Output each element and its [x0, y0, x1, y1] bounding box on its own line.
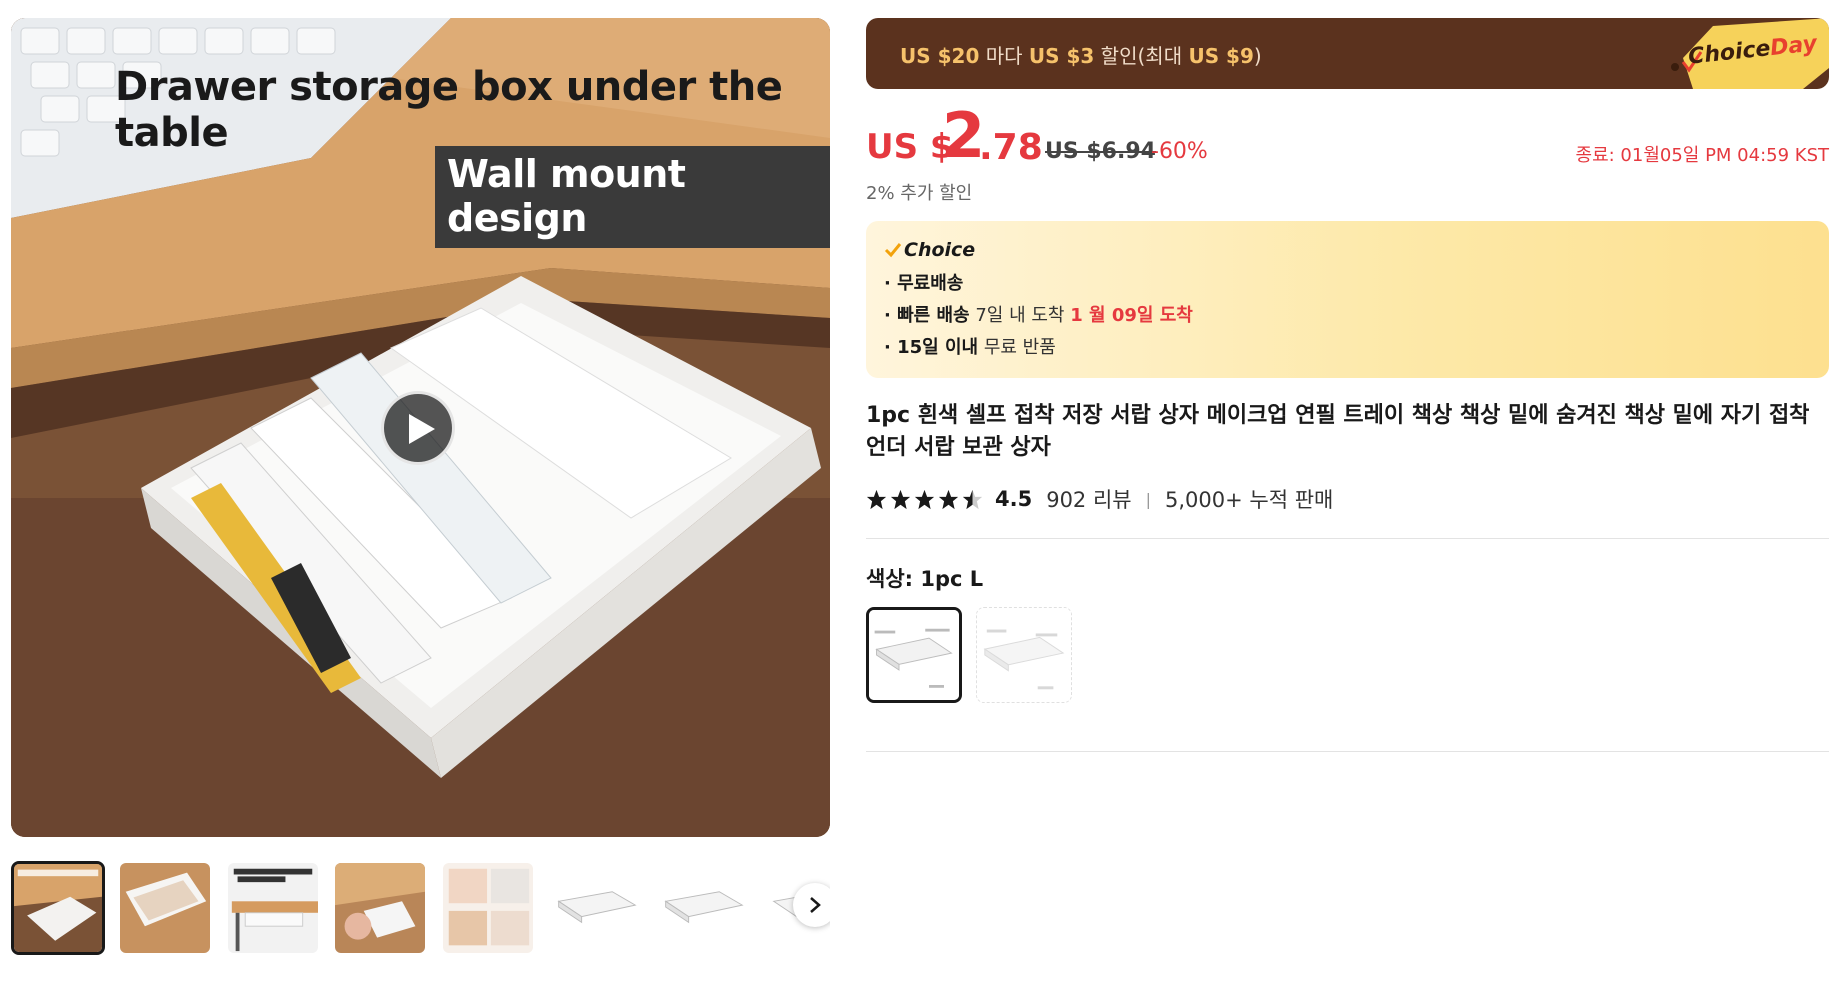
star-icon — [890, 489, 911, 509]
promo-amount: US $3 — [1028, 44, 1095, 68]
promo-connector-2: 할인(최대 — [1094, 44, 1189, 68]
sold-count: 5,000+ 누적 판매 — [1165, 488, 1334, 512]
product-info: US $20 마다 US $3 할인(최대 US $9) ChoiceDay U… — [866, 18, 1829, 752]
main-product-image[interactable]: Drawer storage box under the table Wall … — [11, 18, 830, 837]
play-icon — [409, 414, 435, 444]
price-decimal: .78 — [979, 127, 1043, 168]
discount-percent: -60% — [1151, 139, 1208, 164]
choice-benefits-box[interactable]: Choice · 무료배송 · 빠른 배송 7일 내 도착 1 월 09일 도착… — [866, 221, 1829, 378]
reviews-link[interactable]: 902 리뷰 — [1046, 484, 1131, 514]
divider — [866, 538, 1829, 539]
star-rating — [866, 489, 983, 510]
half-star-icon — [962, 489, 983, 509]
badge-day-text: Day — [1768, 31, 1818, 62]
extra-discount: 2% 추가 할인 — [866, 183, 973, 204]
price-row: US $ 2 .78 US $6.94 -60% 종료: 01월05일 PM 0… — [866, 99, 1829, 177]
separator: | — [1145, 489, 1151, 509]
swatch-1pc-l[interactable] — [866, 607, 962, 703]
returns-label: · 15일 이내 — [884, 337, 979, 358]
thumbnail[interactable] — [11, 861, 105, 955]
promo-connector: 마다 — [979, 44, 1029, 68]
choice-free-returns: · 15일 이내 무료 반품 — [884, 333, 1811, 359]
sale-end-time: 종료: 01월05일 PM 04:59 KST — [1575, 145, 1829, 166]
original-price: US $6.94 — [1045, 139, 1156, 164]
thumbnail[interactable] — [549, 861, 643, 955]
thumbnail[interactable] — [656, 861, 750, 955]
promo-max: US $9 — [1188, 44, 1254, 68]
fast-delivery-label: · 빠른 배송 — [884, 305, 970, 326]
choice-free-shipping: · 무료배송 — [884, 269, 1811, 295]
fast-delivery-text: 7일 내 도착 — [969, 305, 1071, 326]
swatch-1pc-s[interactable] — [976, 607, 1072, 703]
thumbnail-next-button[interactable] — [793, 883, 830, 927]
rating-value: 4.5 — [995, 487, 1033, 511]
star-icon — [866, 489, 887, 509]
thumbnail-strip — [11, 861, 830, 959]
divider — [866, 751, 1829, 752]
free-shipping-text: · 무료배송 — [884, 273, 964, 294]
image-headline: Drawer storage box under the table — [115, 64, 783, 156]
choice-title: Choice — [884, 239, 1811, 261]
chevron-right-icon — [810, 897, 821, 913]
promo-threshold: US $20 — [900, 44, 980, 68]
promo-close: ) — [1253, 44, 1262, 68]
choice-fast-delivery: · 빠른 배송 7일 내 도착 1 월 09일 도착 — [884, 301, 1811, 327]
star-icon — [938, 489, 959, 509]
promo-banner[interactable]: US $20 마다 US $3 할인(최대 US $9) ChoiceDay — [866, 18, 1829, 89]
checkmark-icon — [884, 243, 902, 258]
color-label: 색상: 1pc L — [866, 567, 984, 591]
thumbnail[interactable] — [226, 861, 320, 955]
thumbnail[interactable] — [118, 861, 212, 955]
thumbnail[interactable] — [441, 861, 535, 955]
choice-title-text: Choice — [904, 239, 976, 261]
price-currency: US $ — [866, 127, 954, 167]
image-subhead: Wall mount design — [435, 146, 830, 248]
play-video-button[interactable] — [381, 391, 455, 465]
product-title: 1pc 흰색 셀프 접착 저장 서랍 상자 메이크업 연필 트레이 책상 책상 … — [866, 403, 1810, 460]
star-icon — [914, 489, 935, 509]
promo-text: US $20 마다 US $3 할인(최대 US $9) — [900, 40, 1262, 69]
rating-row: 4.5 902 리뷰 | 5,000+ 누적 판매 — [866, 482, 1829, 516]
price-integer: 2 — [942, 99, 985, 172]
delivery-date: 1 월 09일 도착 — [1070, 305, 1193, 326]
color-swatches — [866, 607, 1829, 703]
product-gallery: Drawer storage box under the table Wall … — [11, 18, 830, 955]
returns-text: 무료 반품 — [978, 337, 1056, 358]
thumbnail[interactable] — [333, 861, 427, 955]
